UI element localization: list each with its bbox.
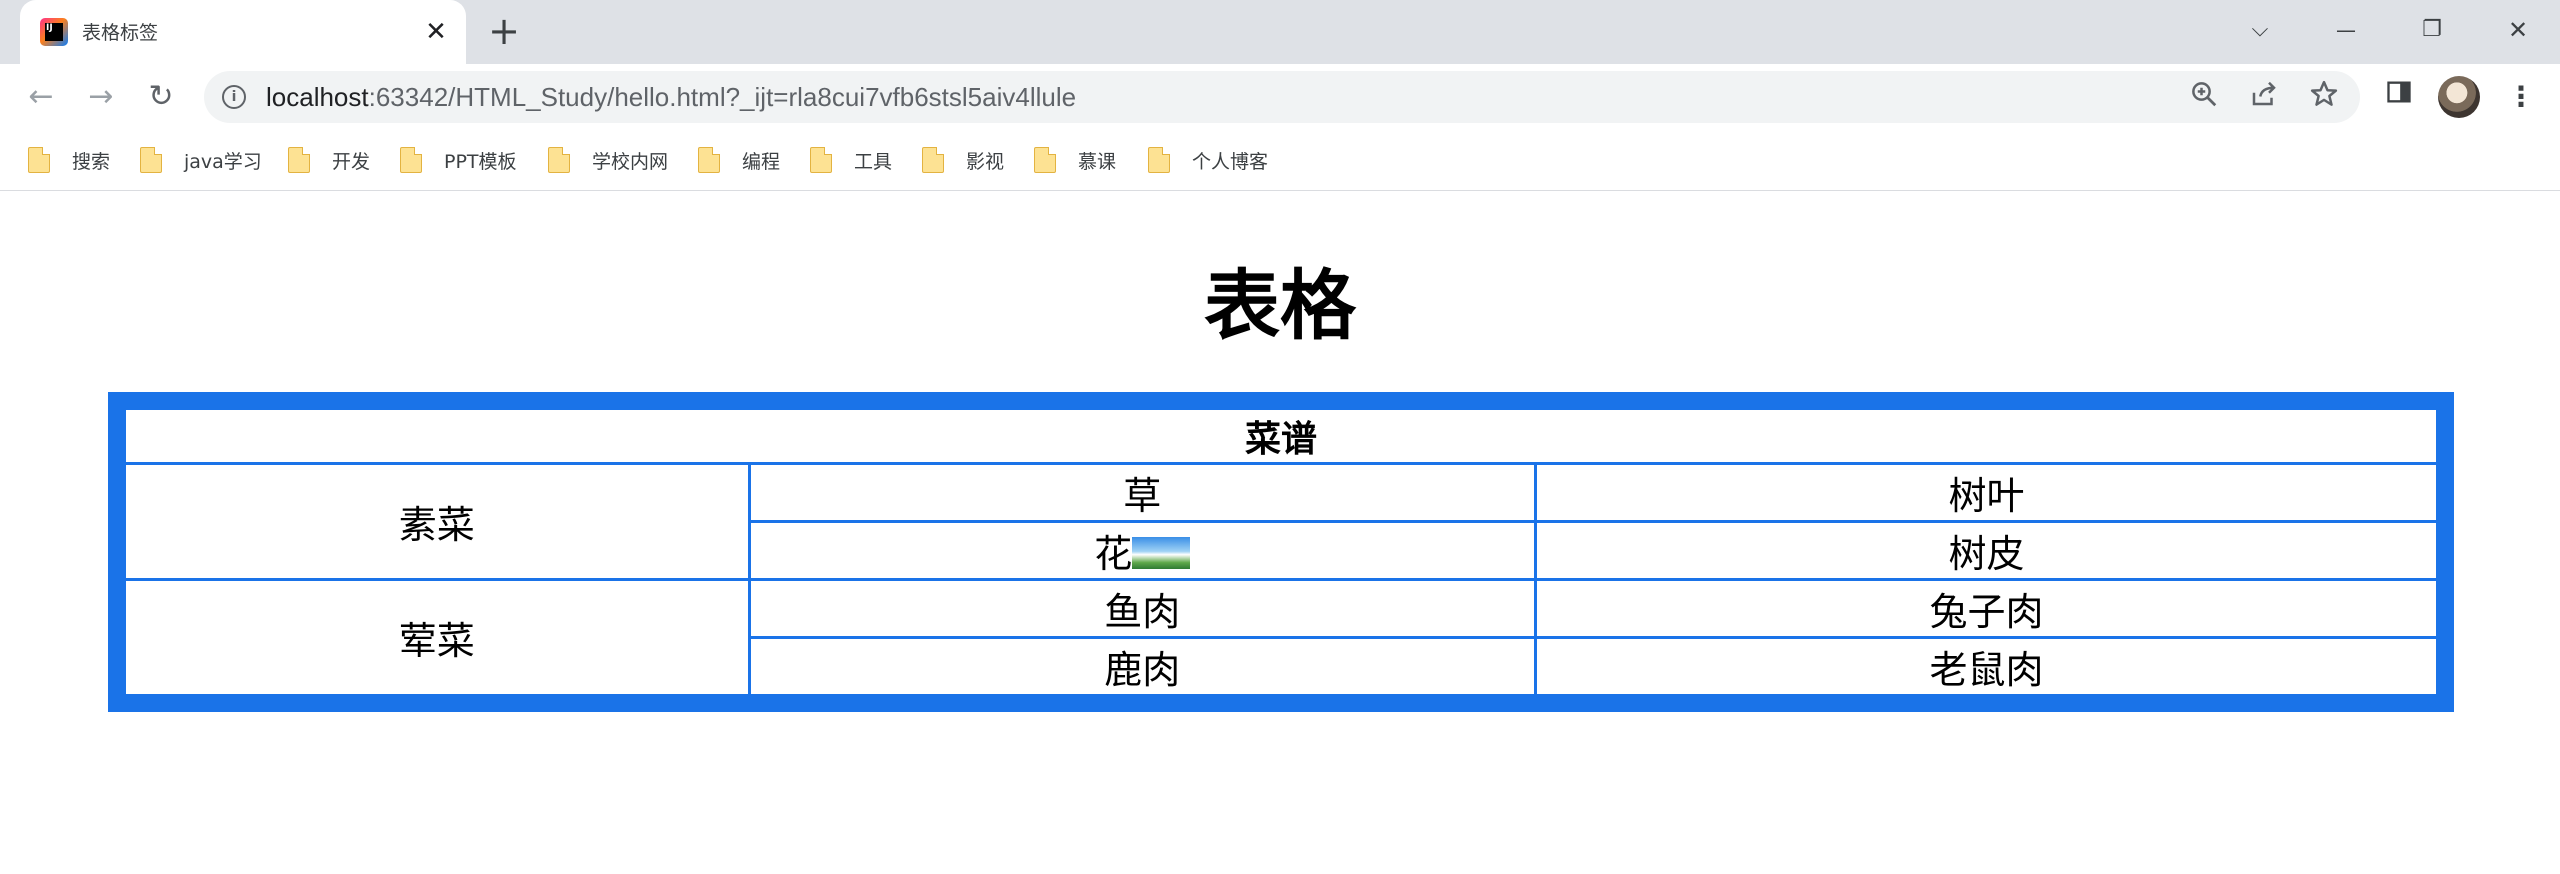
url-path: :63342/HTML_Study/hello.html?_ijt=rla8cu… (368, 82, 1077, 112)
table-cell: 树叶 (1533, 462, 2440, 523)
url-text[interactable]: localhost:63342/HTML_Study/hello.html?_i… (266, 82, 1076, 113)
table-cell: 兔子肉 (1533, 578, 2440, 639)
folder-icon (1148, 147, 1170, 173)
forward-button[interactable]: → (80, 76, 122, 118)
url-host: localhost (266, 82, 369, 112)
zoom-icon[interactable] (2186, 79, 2222, 115)
table-cell: 鱼肉 (747, 578, 1537, 639)
bookmark-folder[interactable]: 搜索 (28, 144, 110, 176)
bookmark-folder[interactable]: 开发 (288, 144, 370, 176)
folder-icon (698, 147, 720, 173)
bookmark-folder[interactable]: 编程 (698, 144, 780, 176)
tab-search-icon[interactable]: ⌵ (2238, 10, 2282, 50)
folder-icon (922, 147, 944, 173)
cell-text: 花 (1094, 532, 1133, 576)
profile-avatar[interactable] (2438, 76, 2480, 118)
minimize-button[interactable]: — (2324, 10, 2368, 50)
bookmark-label: PPT模板 (444, 150, 517, 173)
browser-tab[interactable]: IJ 表格标签 ✕ (20, 0, 466, 64)
table-row: 荤菜 鱼肉 兔子肉 (123, 578, 2440, 697)
side-panel-icon[interactable] (2378, 76, 2420, 118)
category-cell: 荤菜 (123, 578, 751, 697)
folder-icon (810, 147, 832, 173)
address-bar[interactable]: i localhost:63342/HTML_Study/hello.html?… (204, 71, 2360, 123)
browser-toolbar: ← → ↻ i localhost:63342/HTML_Study/hello… (0, 64, 2560, 130)
category-cell: 素菜 (123, 462, 751, 581)
folder-icon (288, 147, 310, 173)
bookmarks-bar: 搜索 java学习 开发 PPT模板 学校内网 编程 工具 影视 慕课 个人博客 (0, 130, 2560, 191)
folder-icon (1034, 147, 1056, 173)
table-row: 素菜 草 树叶 (123, 462, 2440, 581)
page-content: 表格 菜谱 素菜 草 树叶 花 树皮 荤菜 鱼肉 兔子肉 鹿肉 老鼠肉 (0, 192, 2560, 874)
menu-table: 菜谱 素菜 草 树叶 花 树皮 荤菜 鱼肉 兔子肉 鹿肉 老鼠肉 (123, 407, 2440, 697)
bookmark-folder[interactable]: 工具 (810, 144, 892, 176)
folder-icon (400, 147, 422, 173)
bookmark-label: 搜索 (72, 150, 111, 173)
bookmark-folder[interactable]: 个人博客 (1148, 144, 1268, 176)
bookmark-folder[interactable]: 影视 (922, 144, 1004, 176)
close-window-button[interactable]: ✕ (2496, 10, 2540, 50)
bookmark-label: 编程 (742, 150, 781, 173)
bookmark-label: 工具 (854, 150, 893, 173)
bookmark-label: 学校内网 (592, 150, 669, 173)
table-cell: 树皮 (1533, 520, 2440, 581)
bookmark-folder[interactable]: 慕课 (1034, 144, 1116, 176)
new-tab-button[interactable]: + (486, 12, 522, 50)
folder-icon (28, 147, 50, 173)
bookmark-label: 慕课 (1078, 150, 1117, 173)
menu-icon[interactable]: ⋮ (2500, 76, 2542, 118)
bookmark-label: 个人博客 (1192, 150, 1269, 173)
restore-button[interactable]: ❐ (2410, 10, 2454, 50)
table-cell: 鹿肉 (747, 636, 1537, 697)
tab-title: 表格标签 (82, 22, 159, 44)
intellij-icon: IJ (40, 18, 68, 46)
reload-button[interactable]: ↻ (140, 76, 182, 118)
close-tab-icon[interactable]: ✕ (420, 16, 452, 48)
folder-icon (140, 147, 162, 173)
bookmark-label: 开发 (332, 150, 371, 173)
bookmark-folder[interactable]: java学习 (140, 144, 262, 176)
bookmark-folder[interactable]: 学校内网 (548, 144, 668, 176)
table-cell: 老鼠肉 (1533, 636, 2440, 697)
back-button[interactable]: ← (20, 76, 62, 118)
bookmark-folder[interactable]: PPT模板 (400, 144, 517, 176)
bookmark-label: java学习 (184, 150, 262, 173)
table-row: 菜谱 (123, 407, 2439, 465)
menu-table-frame: 菜谱 素菜 草 树叶 花 树皮 荤菜 鱼肉 兔子肉 鹿肉 老鼠肉 (108, 392, 2454, 712)
landscape-image (1132, 536, 1191, 569)
page-heading: 表格 (1204, 261, 1356, 350)
info-icon[interactable]: i (222, 85, 246, 109)
star-icon[interactable] (2306, 79, 2342, 115)
table-cell: 草 (747, 462, 1537, 523)
table-header-cell: 菜谱 (123, 407, 2439, 465)
folder-icon (548, 147, 570, 173)
tab-strip: IJ 表格标签 ✕ + ⌵ — ❐ ✕ (0, 0, 2560, 64)
table-cell: 花 (747, 520, 1537, 581)
share-icon[interactable] (2246, 79, 2282, 115)
bookmark-label: 影视 (966, 150, 1005, 173)
